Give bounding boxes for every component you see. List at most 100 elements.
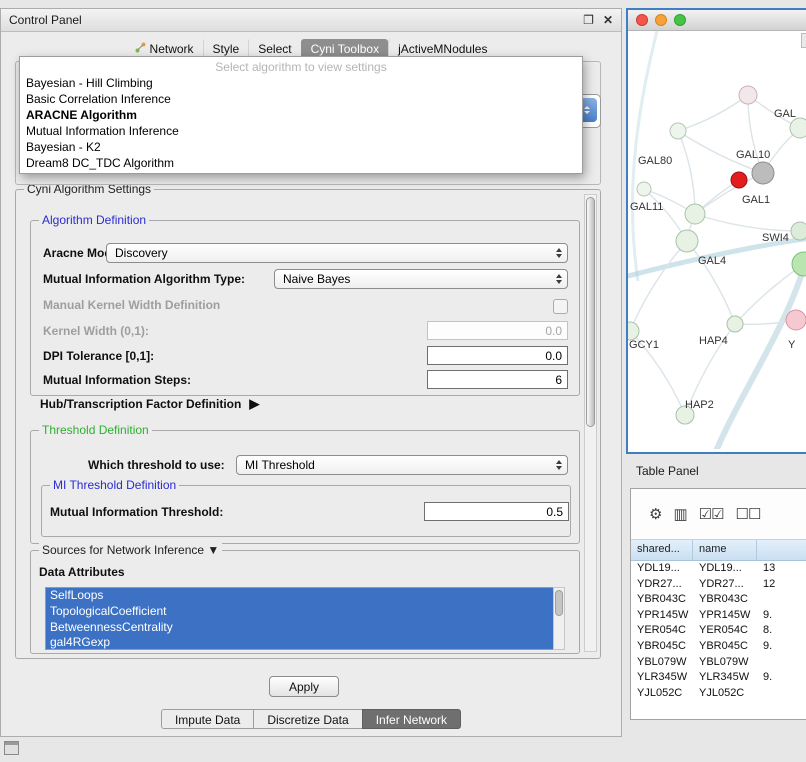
network-window-titlebar (628, 10, 806, 31)
table-cell: 9. (757, 608, 806, 624)
table-panel-title: Table Panel (636, 464, 699, 478)
hub-section-label: Hub/Transcription Factor Definition (40, 397, 241, 411)
column-header-name[interactable]: name (693, 540, 757, 560)
algorithm-option[interactable]: ARACNE Algorithm (20, 107, 582, 123)
attributes-list-scrollbar[interactable] (553, 587, 565, 650)
control-panel-titlebar: Control Panel ❐ ✕ (1, 9, 621, 32)
network-node[interactable] (752, 162, 774, 184)
column-header-shared[interactable]: shared... (631, 540, 693, 560)
zoom-traffic-light-icon[interactable] (674, 14, 686, 26)
network-edge[interactable] (678, 131, 695, 214)
table-body: YDL19...YDL19...13YDR27...YDR27...12YBR0… (631, 561, 806, 701)
table-cell: 13 (757, 561, 806, 577)
hub-section-toggle[interactable]: Hub/Transcription Factor Definition ▶ (40, 396, 259, 412)
network-node[interactable] (791, 222, 806, 240)
dpi-tolerance-input[interactable] (427, 346, 568, 365)
window-controls: ❐ ✕ (583, 14, 613, 26)
scrollbar-thumb[interactable] (586, 197, 595, 427)
network-edge[interactable] (695, 214, 800, 231)
network-edge[interactable] (630, 241, 687, 331)
dpi-tolerance-label: DPI Tolerance [0,1]: (43, 346, 154, 366)
close-window-icon[interactable]: ✕ (603, 14, 613, 26)
network-view-window: GALGAL80GAL10GAL11GAL1SWI4GAL4HAP4GCY1YH… (626, 8, 806, 454)
network-node[interactable] (786, 310, 806, 330)
manual-kernel-checkbox[interactable] (553, 299, 568, 314)
tab-infer-network[interactable]: Infer Network (362, 709, 461, 729)
apply-button[interactable]: Apply (269, 676, 339, 697)
table-row[interactable]: YDL19...YDL19...13 (631, 561, 806, 577)
network-node-label: HAP4 (699, 335, 728, 347)
data-attribute-item[interactable]: TopologicalCoefficient (46, 604, 556, 620)
settings-gear-icon[interactable]: ⚙ (649, 507, 661, 522)
network-canvas[interactable]: GALGAL80GAL10GAL11GAL1SWI4GAL4HAP4GCY1YH… (628, 31, 806, 452)
collapse-arrow-icon[interactable]: ▼ (207, 543, 219, 557)
network-flow-edge[interactable] (716, 267, 804, 449)
tab-discretize-data[interactable]: Discretize Data (253, 709, 362, 729)
tab-impute-data[interactable]: Impute Data (161, 709, 254, 729)
kernel-width-label: Kernel Width (0,1): (43, 321, 149, 341)
minimize-traffic-light-icon[interactable] (655, 14, 667, 26)
mi-threshold-input[interactable] (424, 502, 569, 521)
network-node[interactable] (739, 86, 757, 104)
table-row[interactable]: YER054CYER054C8. (631, 623, 806, 639)
table-row[interactable]: YLR345WYLR345W9. (631, 670, 806, 686)
close-traffic-light-icon[interactable] (636, 14, 648, 26)
network-edge[interactable] (748, 95, 763, 173)
float-window-icon[interactable]: ❐ (583, 14, 594, 26)
algorithm-option[interactable]: Bayesian - K2 (20, 139, 582, 155)
data-attribute-item[interactable]: gal4RGexp (46, 635, 556, 650)
algorithm-option[interactable]: Basic Correlation Inference (20, 91, 582, 107)
algorithm-option[interactable]: Dream8 DC_TDC Algorithm (20, 155, 582, 171)
network-graph[interactable]: GALGAL80GAL10GAL11GAL1SWI4GAL4HAP4GCY1YH… (628, 31, 806, 449)
network-edge[interactable] (678, 95, 748, 131)
manual-kernel-label: Manual Kernel Width Definition (43, 295, 220, 315)
network-node[interactable] (790, 118, 806, 138)
control-panel-window: Control Panel ❐ ✕ Network Style Select C… (0, 8, 622, 737)
network-node[interactable] (792, 252, 806, 276)
aracne-mode-select[interactable]: Discovery (106, 243, 568, 263)
network-node[interactable] (727, 316, 743, 332)
column-layout-icon[interactable]: ▥ (673, 507, 686, 522)
scrollbar-thumb[interactable] (555, 590, 563, 616)
network-node[interactable] (628, 322, 639, 340)
network-scrollbar[interactable] (801, 33, 806, 48)
hide-columns-icon[interactable]: ☐☐ (736, 507, 761, 522)
data-attributes-list[interactable]: SelfLoopsTopologicalCoefficientBetweenne… (45, 587, 557, 650)
bottom-tabs: Impute Data Discretize Data Infer Networ… (1, 709, 621, 729)
network-node[interactable] (637, 182, 651, 196)
network-node[interactable] (676, 230, 698, 252)
table-row[interactable]: YBR043CYBR043C (631, 592, 806, 608)
data-attribute-item[interactable]: SelfLoops (46, 588, 556, 604)
mi-steps-input[interactable] (427, 370, 568, 389)
algorithm-option[interactable]: Mutual Information Inference (20, 123, 582, 139)
table-row[interactable]: YDR27...YDR27...12 (631, 577, 806, 593)
expand-arrow-icon[interactable]: ▶ (249, 396, 259, 412)
dropdown-placeholder: Select algorithm to view settings (20, 59, 582, 75)
table-cell: YBR045C (693, 639, 757, 655)
network-node-label: GAL80 (638, 155, 672, 167)
table-row[interactable]: YBR045CYBR045C9. (631, 639, 806, 655)
table-cell: 9. (757, 670, 806, 686)
network-node[interactable] (731, 172, 747, 188)
show-columns-icon[interactable]: ☑☑ (699, 507, 724, 522)
threshold-type-select[interactable]: MI Threshold (236, 455, 568, 475)
column-header-extra[interactable] (757, 540, 806, 560)
network-node[interactable] (670, 123, 686, 139)
network-node[interactable] (685, 204, 705, 224)
network-node-label: GAL (774, 108, 796, 120)
data-attribute-item[interactable]: BetweennessCentrality (46, 620, 556, 636)
algorithm-option[interactable]: Bayesian - Hill Climbing (20, 75, 582, 91)
mi-threshold-label: Mutual Information Threshold: (50, 502, 223, 522)
settings-scrollbar[interactable] (584, 194, 597, 652)
table-row[interactable]: YPR145WYPR145W9. (631, 608, 806, 624)
minimized-panel-icon[interactable] (4, 741, 19, 755)
mi-algorithm-type-select[interactable]: Naive Bayes (274, 269, 568, 289)
threshold-type-value: MI Threshold (245, 458, 315, 472)
tab-label: jActiveMNodules (398, 42, 487, 56)
table-row[interactable]: YJL052CYJL052C (631, 686, 806, 702)
sources-title-text: Sources for Network Inference (42, 543, 204, 557)
table-row[interactable]: YBL079WYBL079W (631, 655, 806, 671)
kernel-width-input[interactable] (427, 321, 568, 340)
table-cell (757, 592, 806, 608)
table-cell: 8. (757, 623, 806, 639)
